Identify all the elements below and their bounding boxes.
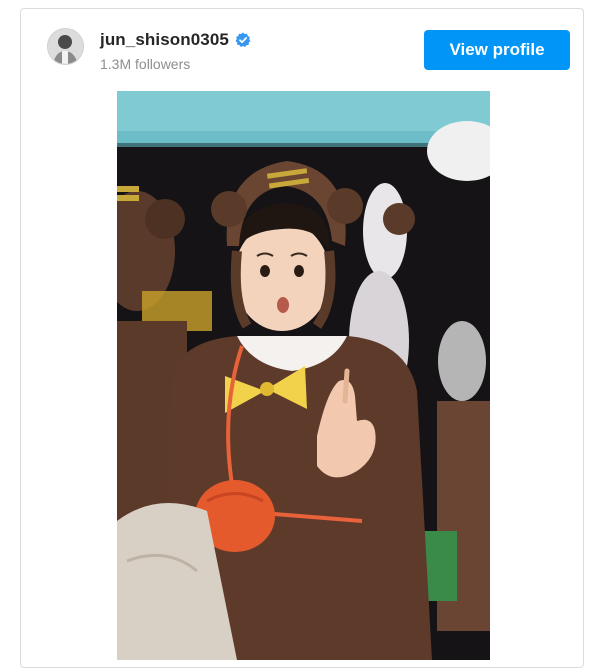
username-row: jun_shison0305 [100, 30, 251, 50]
followers-count: 1.3M followers [100, 56, 191, 72]
verified-badge-icon [235, 32, 251, 47]
view-profile-button[interactable]: View profile [424, 30, 570, 70]
instagram-embed-card: jun_shison0305 1.3M followers View profi… [20, 8, 584, 668]
avatar[interactable] [47, 28, 84, 65]
post-header: jun_shison0305 1.3M followers View profi… [21, 9, 583, 89]
username[interactable]: jun_shison0305 [100, 30, 229, 50]
post-photo[interactable] [117, 91, 490, 660]
